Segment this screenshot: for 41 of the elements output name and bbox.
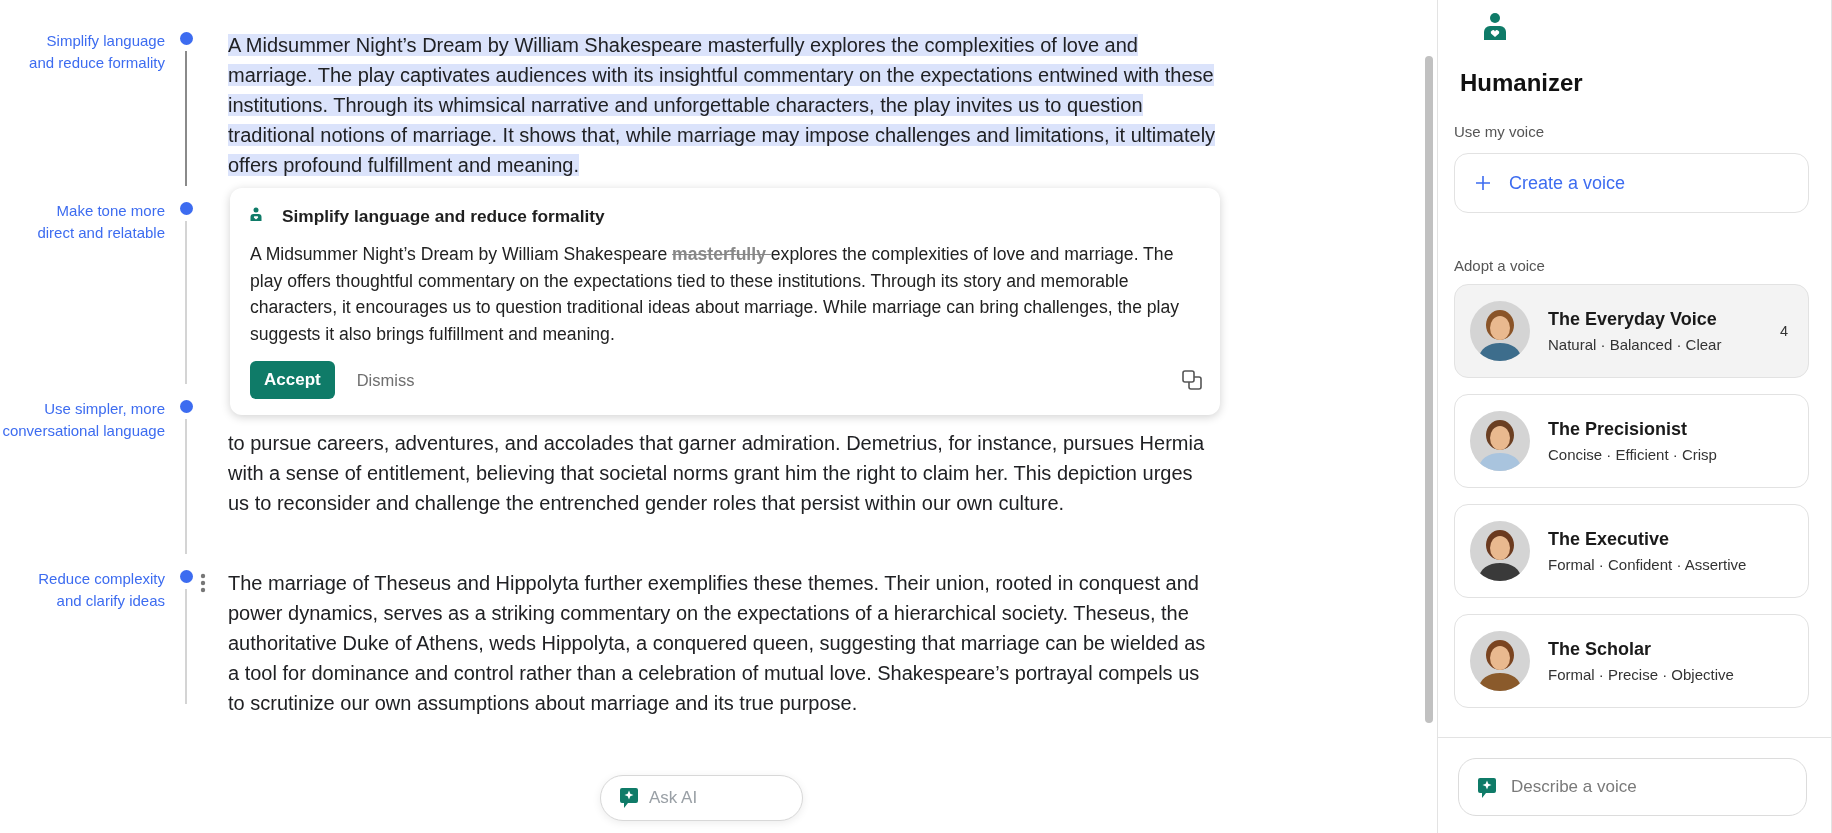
- voice-name: The Scholar: [1548, 639, 1652, 661]
- voice-traits: Natural · Balanced · Clear: [1548, 336, 1722, 354]
- paragraph: A Midsummer Night’s Dream by William Shakespeare masterfully explores the complexities of love and marriage. The play captivates audiences with its insightful commentary on the expectations entwined with these institutions. Through its whimsical narrative and unforgettable characters, the play invites us to question traditional notions of marriage. It shows that, while marriage may impose challenges and limitations, it ultimately offers profound fulfillment and meaning.: [228, 33, 1217, 178]
- suggestion-dot[interactable]: [179, 32, 193, 45]
- humanizer-icon: [1483, 12, 1507, 41]
- suggestion-dot[interactable]: [179, 400, 193, 413]
- suggestion-label[interactable]: Use simpler, more conversational language: [0, 398, 165, 442]
- create-voice-button[interactable]: Create a voice: [1454, 153, 1809, 214]
- section-label: Adopt a voice: [1454, 257, 1546, 275]
- voice-card[interactable]: The Everyday Voice Natural · Balanced · Clear 4: [1454, 284, 1809, 379]
- voice-traits: Formal · Confident · Assertive: [1548, 556, 1747, 574]
- voice-card[interactable]: The Executive Formal · Confident · Assertive: [1454, 504, 1809, 599]
- voice-name: The Executive: [1548, 529, 1670, 551]
- voice-card[interactable]: The Scholar Formal · Precise · Objective: [1454, 614, 1809, 709]
- describe-voice-field[interactable]: Describe a voice: [1459, 759, 1806, 815]
- panel-title: Humanizer: [1460, 69, 1584, 98]
- suggestion-text: A Midsummer Night’s Dream by William Shakespeare masterfully explores the complexities of love and marriage. The play offers thoughtful commentary on the expectations tied to these institutions. Through its story and memorable characters, it encourages us to question traditional ideas about marriage. While marriage can bring challenges, the play suggests it also brings fulfillment and meaning.: [250, 243, 1181, 346]
- humanizer-icon: [250, 207, 262, 222]
- ask-ai-field[interactable]: Ask AI: [601, 776, 802, 820]
- plus-icon: [1475, 175, 1491, 192]
- section-label: Use my voice: [1454, 123, 1546, 141]
- suggestion-title: Simplify language and reduce formality: [282, 206, 605, 227]
- paragraph: The marriage of Theseus and Hippolyta further exemplifies these themes. Their union, rooted in conquest and power dynamics, serves as a striking commentary on the expectations of a hierarchical society. Theseus, the authoritative Duke of Athens, weds Hippolyta, a conquered queen, suggesting that marriage can be wielded as a tool for dominance and control rather than a celebration of mutual love. Shakespeare’s portrayal compels us to scrutinize our own assumptions about marriage and its true purpose.: [228, 571, 1207, 716]
- more-options-icon[interactable]: [200, 573, 206, 593]
- paragraph: to pursue careers, adventures, and accolades that garner admiration. Demetrius, for instance, pursues Hermia with a sense of entitlement, believing that societal norms grant him the right to claim her. This depiction urges us to reconsider and challenge the entrenched gender roles that persist within our own culture.: [228, 431, 1206, 516]
- ai-chat-icon: [619, 787, 639, 809]
- ai-chat-icon: [1477, 777, 1497, 799]
- dismiss-button[interactable]: Dismiss: [356, 370, 415, 390]
- suggestion-label[interactable]: Make tone more direct and relatable: [0, 200, 165, 244]
- suggestion-dot[interactable]: [179, 570, 193, 583]
- accept-button[interactable]: Accept: [250, 361, 335, 399]
- copy-icon[interactable]: [1182, 370, 1202, 390]
- voice-traits: Concise · Efficient · Crisp: [1548, 446, 1717, 464]
- voice-card[interactable]: The Precisionist Concise · Efficient · Crisp: [1454, 394, 1809, 489]
- suggestion-label[interactable]: Simplify language and reduce formality: [0, 30, 165, 74]
- voice-name: The Everyday Voice: [1548, 309, 1717, 331]
- suggestion-dot[interactable]: [179, 202, 193, 215]
- count: 4: [1779, 323, 1788, 340]
- voice-traits: Formal · Precise · Objective: [1548, 666, 1734, 684]
- suggestion-label[interactable]: Reduce complexity and clarify ideas: [0, 568, 165, 612]
- voice-name: The Precisionist: [1548, 419, 1688, 441]
